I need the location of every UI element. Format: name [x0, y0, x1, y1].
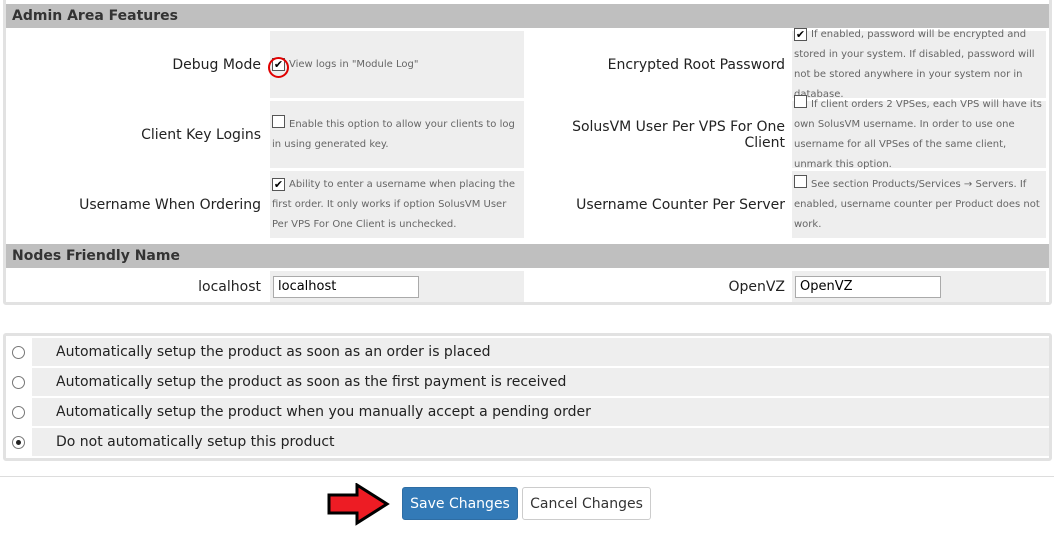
setting-label: SolusVM User Per VPS For One Client — [572, 118, 785, 151]
setting-label: Client Key Logins — [141, 126, 261, 143]
setting-label: Encrypted Root Password — [607, 56, 785, 73]
setting-description: See section Products/Services → Servers.… — [794, 178, 1040, 230]
radio-button[interactable] — [11, 375, 25, 389]
setup-options-panel: Automatically setup the product as soon … — [3, 333, 1052, 461]
checkbox[interactable] — [272, 114, 285, 128]
divider — [0, 476, 1054, 477]
setting-label: Username Counter Per Server — [576, 196, 785, 213]
setting-label: Debug Mode — [172, 56, 261, 73]
checkbox-checked[interactable]: ✔ — [272, 177, 285, 191]
setup-option[interactable]: Automatically setup the product as soon … — [6, 368, 1049, 396]
setting-description: If client orders 2 VPSes, each VPS will … — [794, 98, 1042, 170]
setup-option-label: Automatically setup the product as soon … — [32, 338, 1049, 366]
radio-button[interactable] — [11, 435, 25, 449]
radio-button[interactable] — [11, 345, 25, 359]
setting-description: Enable this option to allow your clients… — [272, 118, 515, 150]
setting-description: If enabled, password will be encrypted a… — [794, 28, 1035, 100]
setting-field: See section Products/Services → Servers.… — [792, 171, 1046, 238]
setting-label: Username When Ordering — [79, 196, 261, 213]
save-changes-button[interactable]: Save Changes — [402, 487, 518, 520]
node-label-openvz: OpenVZ — [728, 278, 785, 295]
setup-option-label: Automatically setup the product as soon … — [32, 368, 1049, 396]
setting-field: ✔ If enabled, password will be encrypted … — [792, 27, 1046, 100]
setting-field: ✔ View logs in "Module Log" — [268, 31, 524, 98]
openvz-name-input[interactable] — [795, 275, 941, 298]
checkbox-checked[interactable]: ✔ — [794, 27, 807, 41]
checkbox[interactable] — [794, 94, 807, 108]
node-label-localhost: localhost — [198, 278, 261, 295]
node-field-cell — [270, 271, 524, 302]
module-settings-panel: Admin Area Features Debug Mode ✔ View log… — [3, 0, 1052, 305]
setup-option-label: Automatically setup the product when you… — [32, 398, 1049, 426]
setup-option[interactable]: Automatically setup the product as soon … — [6, 338, 1049, 366]
setup-option-label: Do not automatically setup this product — [32, 428, 1049, 456]
setting-field: If client orders 2 VPSes, each VPS will … — [792, 94, 1046, 170]
localhost-name-input[interactable] — [273, 275, 419, 298]
nodes-header: Nodes Friendly Name — [6, 244, 1049, 268]
highlight-circle-icon — [268, 56, 289, 78]
cancel-changes-button[interactable]: Cancel Changes — [522, 487, 651, 520]
setting-description: View logs in "Module Log" — [289, 58, 419, 70]
red-arrow-icon — [327, 483, 390, 526]
setup-option[interactable]: Automatically setup the product when you… — [6, 398, 1049, 426]
setting-field: ✔ Ability to enter a username when placin… — [270, 171, 524, 238]
setting-field: Enable this option to allow your clients… — [270, 101, 524, 168]
node-field-cell — [792, 271, 1046, 302]
checkbox[interactable] — [794, 174, 807, 188]
setting-description: Ability to enter a username when placing… — [272, 178, 516, 230]
radio-button[interactable] — [11, 405, 25, 419]
setup-option[interactable]: Do not automatically setup this product — [6, 428, 1049, 456]
